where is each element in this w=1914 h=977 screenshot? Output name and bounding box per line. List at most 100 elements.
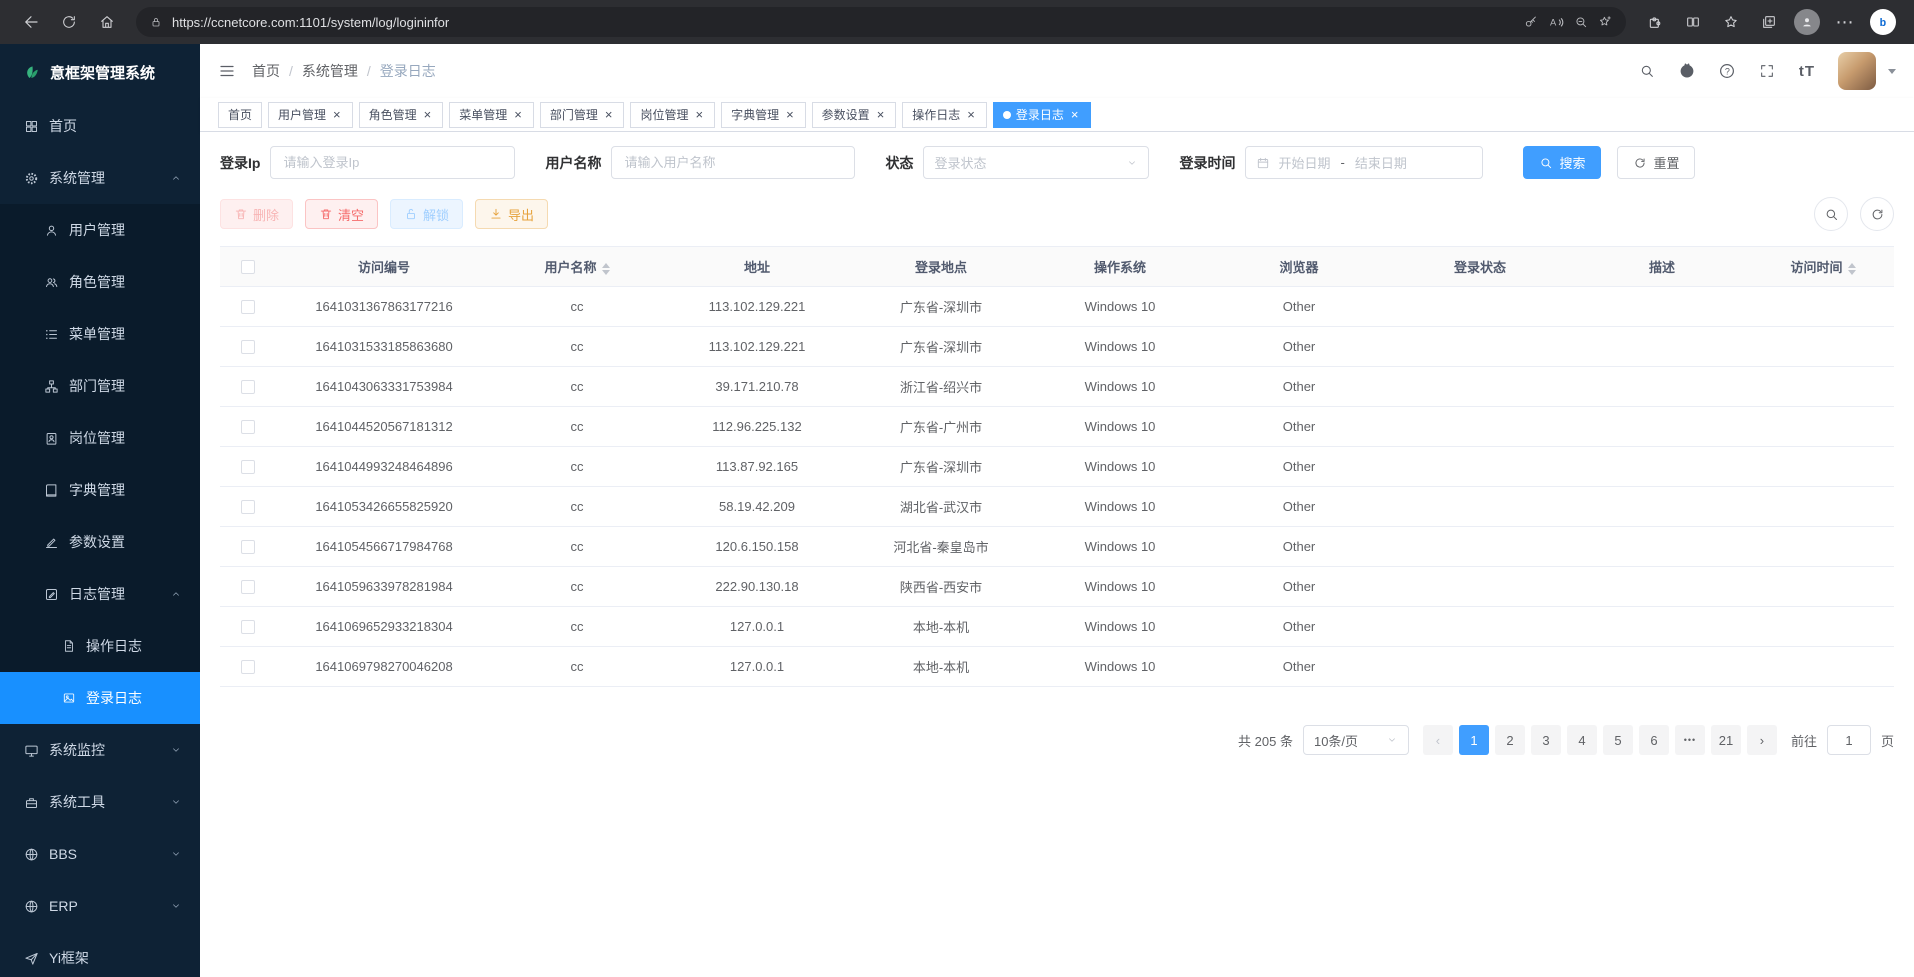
favorites-icon[interactable] <box>1712 5 1750 39</box>
sidebar-item-system-management[interactable]: 系统管理 <box>0 152 200 204</box>
sidebar-item-bbs[interactable]: BBS <box>0 828 200 880</box>
sidebar-item-system-tools[interactable]: 系统工具 <box>0 776 200 828</box>
more-pages-button[interactable]: ••• <box>1675 725 1705 755</box>
avatar-caret-down-icon[interactable] <box>1888 69 1896 74</box>
date-range-picker[interactable]: 开始日期 - 结束日期 <box>1245 146 1483 179</box>
password-key-icon[interactable] <box>1524 15 1538 29</box>
search-button[interactable]: 搜索 <box>1523 146 1601 179</box>
tab-post-management[interactable]: 岗位管理 × <box>630 102 715 128</box>
next-page-button[interactable]: › <box>1747 725 1777 755</box>
goto-page-input[interactable] <box>1827 725 1871 755</box>
tab-param-settings[interactable]: 参数设置 × <box>812 102 897 128</box>
refresh-button[interactable] <box>50 5 88 39</box>
sort-carets-icon[interactable] <box>602 263 610 275</box>
collapse-sidebar-button[interactable] <box>218 62 236 80</box>
tab-home[interactable]: 首页 <box>218 102 262 128</box>
page-button-1[interactable]: 1 <box>1459 725 1489 755</box>
sidebar-item-home[interactable]: 首页 <box>0 100 200 152</box>
row-checkbox[interactable] <box>241 380 255 394</box>
page-button-3[interactable]: 3 <box>1531 725 1561 755</box>
sidebar-item-dict-management[interactable]: 字典管理 <box>0 464 200 516</box>
sidebar-item-post-management[interactable]: 岗位管理 <box>0 412 200 464</box>
extensions-icon[interactable] <box>1636 5 1674 39</box>
back-button[interactable] <box>12 5 50 39</box>
sidebar-item-yi-framework[interactable]: Yi框架 <box>0 932 200 977</box>
sidebar-item-erp[interactable]: ERP <box>0 880 200 932</box>
collections-icon[interactable] <box>1750 5 1788 39</box>
table-row[interactable]: 1641069652933218304cc 127.0.0.1本地-本机 Win… <box>220 607 1894 647</box>
row-checkbox[interactable] <box>241 660 255 674</box>
sidebar-item-role-management[interactable]: 角色管理 <box>0 256 200 308</box>
toggle-search-button[interactable] <box>1814 197 1848 231</box>
tab-user-management[interactable]: 用户管理 × <box>268 102 353 128</box>
tab-operation-log[interactable]: 操作日志 × <box>902 102 987 128</box>
github-button[interactable] <box>1670 54 1704 88</box>
close-icon[interactable]: × <box>965 107 977 122</box>
row-checkbox[interactable] <box>241 580 255 594</box>
sidebar-item-log-management[interactable]: 日志管理 <box>0 568 200 620</box>
row-checkbox[interactable] <box>241 460 255 474</box>
help-button[interactable]: ? <box>1710 54 1744 88</box>
delete-button[interactable]: 删除 <box>220 199 293 229</box>
table-row[interactable]: 1641044520567181312cc 112.96.225.132广东省-… <box>220 407 1894 447</box>
row-checkbox[interactable] <box>241 420 255 434</box>
row-checkbox[interactable] <box>241 300 255 314</box>
sidebar-item-menu-management[interactable]: 菜单管理 <box>0 308 200 360</box>
row-checkbox[interactable] <box>241 620 255 634</box>
table-row[interactable]: 1641031533185863680cc 113.102.129.221广东省… <box>220 327 1894 367</box>
unlock-button[interactable]: 解锁 <box>390 199 463 229</box>
page-size-select[interactable]: 10条/页 <box>1303 725 1409 755</box>
page-button-5[interactable]: 5 <box>1603 725 1633 755</box>
table-row[interactable]: 1641031367863177216cc 113.102.129.221广东省… <box>220 287 1894 327</box>
home-button[interactable] <box>88 5 126 39</box>
sidebar-item-system-monitor[interactable]: 系统监控 <box>0 724 200 776</box>
page-button-4[interactable]: 4 <box>1567 725 1597 755</box>
user-avatar[interactable] <box>1838 52 1876 90</box>
close-icon[interactable]: × <box>331 107 343 122</box>
tab-dept-management[interactable]: 部门管理 × <box>540 102 625 128</box>
tab-login-log[interactable]: 登录日志 × <box>993 102 1091 128</box>
row-checkbox[interactable] <box>241 540 255 554</box>
breadcrumb-home[interactable]: 首页 <box>252 61 280 81</box>
page-button-2[interactable]: 2 <box>1495 725 1525 755</box>
split-screen-icon[interactable] <box>1674 5 1712 39</box>
tab-menu-management[interactable]: 菜单管理 × <box>449 102 534 128</box>
sidebar-item-dept-management[interactable]: 部门管理 <box>0 360 200 412</box>
font-size-button[interactable]: tT <box>1790 54 1824 88</box>
close-icon[interactable]: × <box>693 107 705 122</box>
row-checkbox[interactable] <box>241 340 255 354</box>
address-bar[interactable]: https://ccnetcore.com:1101/system/log/lo… <box>136 7 1626 37</box>
export-button[interactable]: 导出 <box>475 199 548 229</box>
prev-page-button[interactable]: ‹ <box>1423 725 1453 755</box>
table-row[interactable]: 1641044993248464896cc 113.87.92.165广东省-深… <box>220 447 1894 487</box>
add-favorite-star-icon[interactable] <box>1598 15 1612 29</box>
select-all-checkbox[interactable] <box>241 260 255 274</box>
close-icon[interactable]: × <box>603 107 615 122</box>
table-row[interactable]: 1641059633978281984cc 222.90.130.18陕西省-西… <box>220 567 1894 607</box>
close-icon[interactable]: × <box>875 107 887 122</box>
bing-sidebar-button[interactable]: b <box>1864 5 1902 39</box>
status-select[interactable]: 登录状态 <box>923 146 1149 179</box>
username-input[interactable] <box>611 146 855 179</box>
clear-button[interactable]: 清空 <box>305 199 378 229</box>
table-row[interactable]: 1641053426655825920cc 58.19.42.209湖北省-武汉… <box>220 487 1894 527</box>
url-text[interactable]: https://ccnetcore.com:1101/system/log/lo… <box>172 15 1514 30</box>
sort-carets-icon[interactable] <box>1848 263 1856 275</box>
close-icon[interactable]: × <box>512 107 524 122</box>
fullscreen-button[interactable] <box>1750 54 1784 88</box>
page-button-21[interactable]: 21 <box>1711 725 1741 755</box>
close-icon[interactable]: × <box>784 107 796 122</box>
login-ip-input[interactable] <box>270 146 515 179</box>
header-search-button[interactable] <box>1630 54 1664 88</box>
sidebar-item-login-log[interactable]: 登录日志 <box>0 672 200 724</box>
row-checkbox[interactable] <box>241 500 255 514</box>
sidebar-item-param-settings[interactable]: 参数设置 <box>0 516 200 568</box>
page-button-6[interactable]: 6 <box>1639 725 1669 755</box>
browser-menu-button[interactable]: ⋯ <box>1826 5 1864 39</box>
sidebar-item-operation-log[interactable]: 操作日志 <box>0 620 200 672</box>
sidebar-item-user-management[interactable]: 用户管理 <box>0 204 200 256</box>
refresh-table-button[interactable] <box>1860 197 1894 231</box>
close-icon[interactable]: × <box>422 107 434 122</box>
table-row[interactable]: 1641043063331753984cc 39.171.210.78浙江省-绍… <box>220 367 1894 407</box>
tab-dict-management[interactable]: 字典管理 × <box>721 102 806 128</box>
